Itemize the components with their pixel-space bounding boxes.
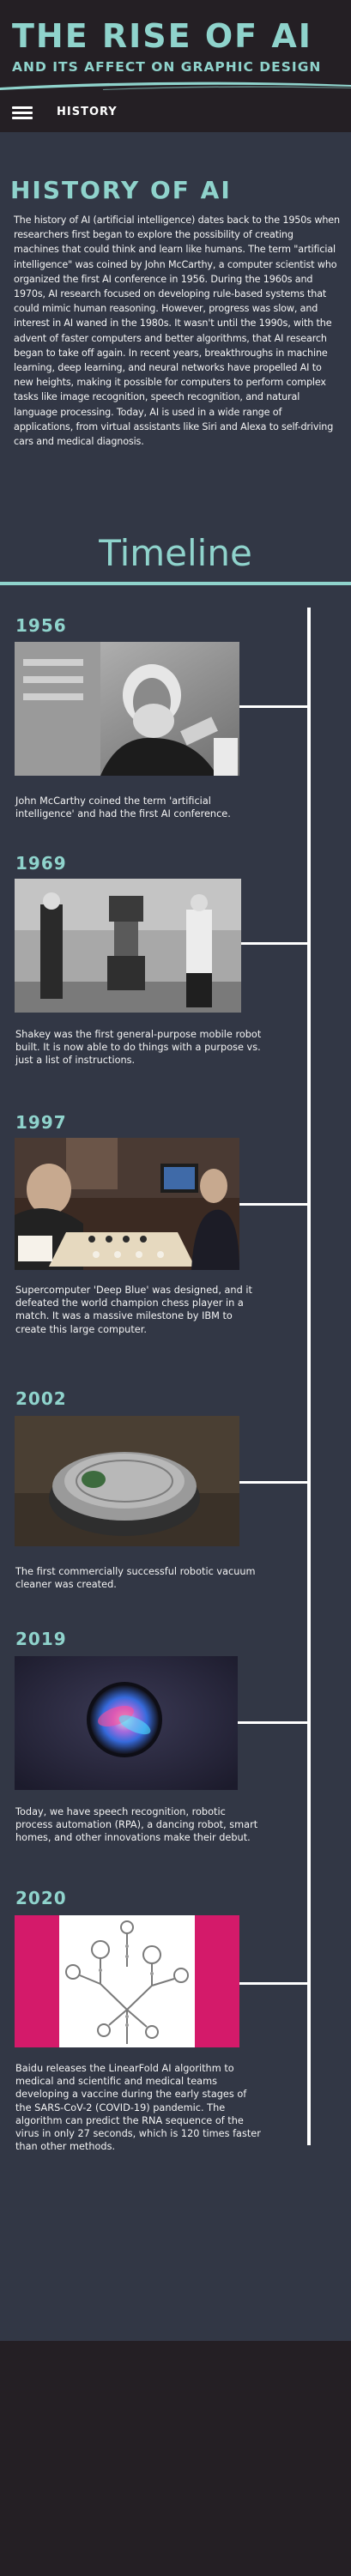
timeline-tick — [233, 1481, 309, 1484]
timeline-caption-2019: Today, we have speech recognition, robot… — [15, 1806, 258, 1844]
timeline-caption-1956: John McCarthy coined the term 'artificia… — [15, 795, 231, 820]
photo-siri-orb — [15, 1656, 238, 1790]
timeline-divider — [0, 582, 351, 585]
timeline-caption-1969: Shakey was the first general-purpose mob… — [15, 1029, 262, 1067]
photo-john-mccarthy — [15, 642, 239, 776]
site-header: THE RISE OF AI AND ITS AFFECT ON GRAPHIC… — [0, 0, 351, 94]
timeline-tick — [233, 1203, 309, 1206]
timeline-caption-1997: Supercomputer 'Deep Blue' was designed, … — [15, 1285, 252, 1335]
timeline-caption-2002: The first commercially successful roboti… — [15, 1566, 256, 1591]
nav-link-history[interactable]: HISTORY — [57, 106, 118, 118]
timeline-tick — [233, 1982, 309, 1985]
timeline-year-2019: 2019 — [15, 1629, 67, 1649]
timeline-year-1997: 1997 — [15, 1112, 67, 1133]
timeline-caption-2020: Baidu releases the LinearFold AI algorit… — [15, 2063, 261, 2153]
nav-bar: HISTORY — [0, 94, 351, 132]
photo-shakey-robot — [15, 879, 241, 1013]
timeline-year-2002: 2002 — [15, 1388, 67, 1409]
site-title: THE RISE OF AI — [12, 17, 312, 55]
timeline-tick — [233, 1721, 309, 1724]
timeline-tick — [233, 942, 309, 945]
site-subtitle: AND ITS AFFECT ON GRAPHIC DESIGN — [12, 59, 322, 75]
hamburger-menu-icon[interactable] — [12, 106, 33, 120]
photo-deep-blue-chess — [15, 1138, 239, 1270]
photo-robotic-vacuum — [15, 1416, 239, 1546]
timeline-line — [307, 608, 311, 2145]
timeline-heading: Timeline — [99, 532, 252, 574]
timeline-year-1969: 1969 — [15, 853, 67, 874]
timeline-tick — [233, 705, 309, 708]
photo-rna-structure — [15, 1915, 239, 2047]
history-paragraph: The history of AI (artificial intelligen… — [14, 215, 340, 448]
history-heading: HISTORY OF AI — [10, 176, 232, 204]
title-underline-swoosh — [0, 82, 351, 90]
page-footer-band — [0, 2341, 351, 2576]
timeline-year-2020: 2020 — [15, 1888, 67, 1908]
timeline-year-1956: 1956 — [15, 615, 67, 636]
